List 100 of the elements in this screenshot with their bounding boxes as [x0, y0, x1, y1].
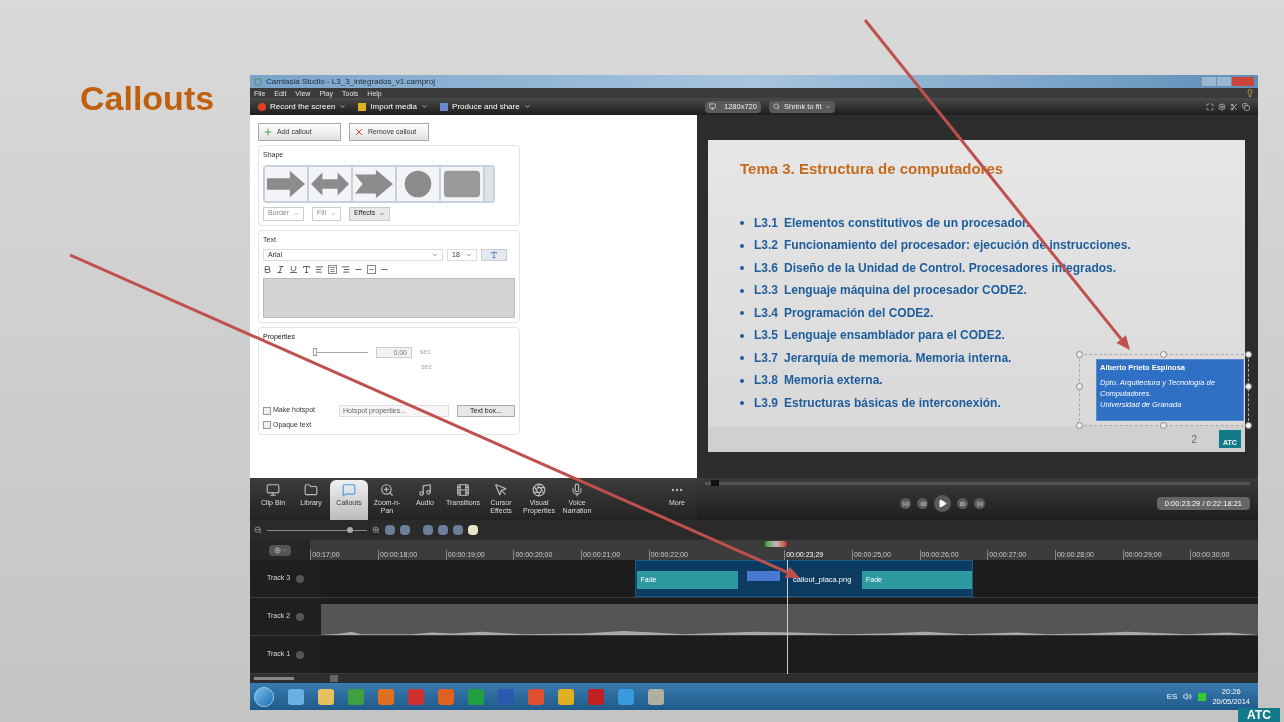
- folder-icon: [304, 483, 318, 497]
- plus-icon: [263, 127, 273, 137]
- speech-bubble-icon: [342, 483, 356, 497]
- fast-forward-icon: [959, 500, 966, 507]
- film-icon: [456, 483, 470, 497]
- play-icon: [938, 499, 947, 508]
- caret-icon: [339, 103, 347, 110]
- track-settings-button[interactable]: [269, 544, 292, 556]
- caret-icon: [379, 210, 386, 217]
- caret-icon: [329, 210, 336, 217]
- zoom-out-icon[interactable]: [254, 526, 262, 534]
- align-middle-icon[interactable]: [367, 265, 376, 274]
- speaker-icon[interactable]: [1183, 692, 1193, 701]
- chevron-arrow-shape-option[interactable]: [353, 166, 395, 201]
- caret-icon: [281, 547, 287, 553]
- align-right-icon[interactable]: [341, 265, 350, 274]
- footer-logo: ATC: [1238, 708, 1280, 722]
- bullet-item: L3.7 Jerarquía de memoria. Memoria interna.: [754, 349, 1012, 367]
- monitor-icon: [266, 483, 280, 497]
- toolbar-menu-button[interactable]: Record the screen: [258, 100, 347, 113]
- resize-handle[interactable]: [1245, 351, 1252, 358]
- bullet-icon: [740, 401, 744, 405]
- slider-thumb[interactable]: [346, 527, 353, 533]
- resize-handle[interactable]: [1076, 383, 1083, 390]
- text-color-button[interactable]: [481, 249, 507, 261]
- aperture-icon: [532, 483, 546, 497]
- taskbar-app-icon[interactable]: [318, 688, 334, 705]
- settings-icon[interactable]: [1218, 102, 1226, 111]
- expand-icon[interactable]: [1206, 102, 1214, 111]
- window-title: Camtasia Studio - L3_3_integrados_v1.camproj: [266, 75, 435, 88]
- toolbar-menu-button[interactable]: Import media: [358, 100, 429, 113]
- caret-icon: [432, 252, 438, 258]
- lock-icon[interactable]: [296, 612, 305, 621]
- play-button[interactable]: [934, 495, 951, 512]
- gallery-scrollbar[interactable]: [485, 166, 493, 201]
- caret-icon: [421, 103, 429, 110]
- music-note-icon: [418, 483, 432, 497]
- rewind-icon: [919, 500, 926, 507]
- x-icon: [354, 127, 364, 137]
- slide-title: Callouts: [80, 78, 216, 119]
- underline-icon[interactable]: [289, 265, 298, 274]
- lock-icon[interactable]: [296, 574, 305, 583]
- slider-thumb[interactable]: [313, 348, 317, 356]
- italic-icon[interactable]: [276, 265, 285, 274]
- skip-back-button[interactable]: [900, 498, 911, 509]
- fade-slider-track[interactable]: [313, 348, 368, 356]
- magnifier-icon: [380, 483, 394, 497]
- bullet-icon: [740, 311, 744, 315]
- search-icon: [772, 103, 780, 110]
- align-center-icon[interactable]: [328, 265, 337, 274]
- resize-handle[interactable]: [1245, 383, 1252, 390]
- align-left-icon[interactable]: [315, 265, 324, 274]
- taskbar-app-icon[interactable]: [558, 688, 574, 705]
- bullet-icon: [740, 221, 744, 225]
- settings-icon: [273, 546, 281, 554]
- bullet-icon: [740, 356, 744, 360]
- rewind-button[interactable]: [917, 498, 928, 509]
- caret-icon: [293, 210, 299, 217]
- document-icon: [440, 102, 449, 111]
- folder-icon: [358, 102, 367, 111]
- bullet-item: L3.5 Lenguaje ensamblador para el CODE2.: [754, 327, 1005, 344]
- audio-waveform[interactable]: [321, 604, 1258, 635]
- bullet-item: L3.8 Memoria externa.: [754, 372, 883, 389]
- double-arrow-shape-option[interactable]: [309, 166, 351, 201]
- skip-forward-button[interactable]: [974, 498, 985, 509]
- page-number: 2: [1191, 432, 1197, 447]
- image-thumbnail[interactable]: [747, 571, 780, 581]
- caret-icon: [466, 252, 472, 258]
- resize-handle[interactable]: [1160, 351, 1167, 358]
- skip-forward-icon: [976, 500, 983, 507]
- bullet-icon: [740, 333, 744, 338]
- rounded-rectangle-shape-option[interactable]: [441, 166, 483, 201]
- playhead-marker[interactable]: [765, 541, 788, 547]
- skip-back-icon: [902, 500, 909, 507]
- bold-icon[interactable]: [263, 265, 272, 274]
- bullet-item: L3.3 Lenguaje máquina del procesador CODE2.: [754, 282, 1027, 299]
- taskbar-app-icon[interactable]: [288, 688, 304, 705]
- cursor-icon: [494, 483, 508, 497]
- resize-handle[interactable]: [1076, 351, 1083, 358]
- toolbar-menu-button[interactable]: Produce and share: [440, 100, 531, 113]
- lightbulb-icon[interactable]: [1246, 89, 1254, 97]
- bullet-item: L3.4 Programación del CODE2.: [754, 304, 934, 322]
- microphone-icon: [570, 483, 584, 497]
- taskbar-app-icon[interactable]: [648, 688, 664, 705]
- timeline-scrollbar[interactable]: [250, 674, 1258, 683]
- circle-shape-option[interactable]: [397, 166, 439, 201]
- windows-icon[interactable]: [1242, 102, 1250, 111]
- bullet-icon: [740, 288, 744, 293]
- scissors-icon[interactable]: [1230, 102, 1238, 111]
- monitor-icon: [709, 103, 716, 110]
- bullet-item: L3.9 Estructuras básicas de interconexión.: [754, 394, 1001, 412]
- arrow-shape-option[interactable]: [265, 166, 307, 201]
- lock-icon[interactable]: [296, 650, 305, 659]
- font-color-icon[interactable]: [302, 265, 311, 274]
- start-orb-icon[interactable]: [254, 686, 274, 707]
- zoom-in-icon[interactable]: [372, 526, 380, 534]
- fast-forward-button[interactable]: [957, 498, 968, 509]
- network-icon[interactable]: [1198, 692, 1207, 701]
- language-indicator[interactable]: ES: [1166, 690, 1178, 703]
- bullet-icon: [740, 378, 744, 383]
